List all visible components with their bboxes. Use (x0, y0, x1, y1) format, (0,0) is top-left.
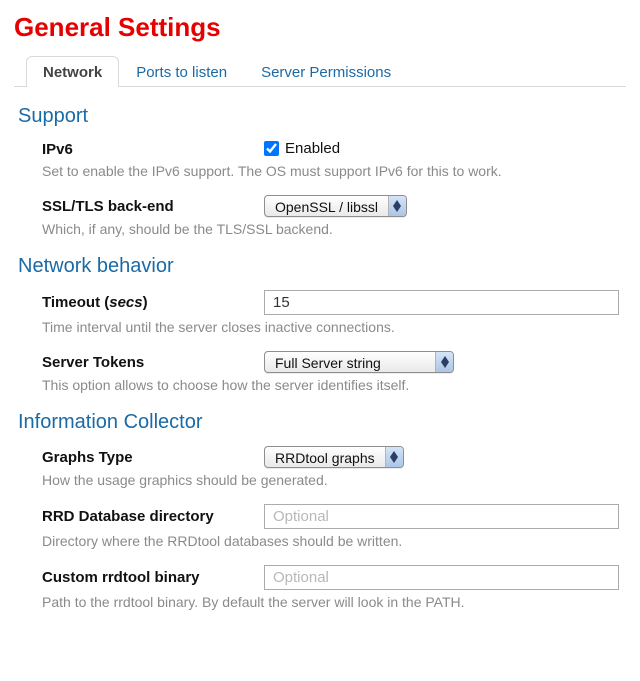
rrd-dir-help: Directory where the RRDtool databases sh… (42, 533, 626, 549)
ipv6-checkbox-wrap[interactable]: Enabled (264, 140, 340, 157)
ipv6-checkbox-label: Enabled (285, 140, 340, 157)
rrd-dir-input[interactable] (264, 504, 619, 529)
section-collector-title: Information Collector (18, 411, 626, 434)
ipv6-checkbox[interactable] (264, 141, 279, 156)
rrd-bin-label: Custom rrdtool binary (42, 569, 264, 586)
tokens-select[interactable]: Full Server string (264, 351, 454, 373)
row-ssl: SSL/TLS back-end OpenSSL / libssl (14, 191, 626, 219)
updown-arrows-icon (435, 352, 453, 372)
page-title: General Settings (14, 12, 626, 43)
graphs-select-value: RRDtool graphs (265, 447, 385, 467)
graphs-label: Graphs Type (42, 449, 264, 466)
graphs-help: How the usage graphics should be generat… (42, 472, 626, 488)
tab-ports-to-listen[interactable]: Ports to listen (119, 56, 244, 87)
rrd-dir-label: RRD Database directory (42, 508, 264, 525)
ssl-select-value: OpenSSL / libssl (265, 196, 388, 216)
rrd-bin-input[interactable] (264, 565, 619, 590)
section-behavior-title: Network behavior (18, 255, 626, 278)
ssl-help: Which, if any, should be the TLS/SSL bac… (42, 221, 626, 237)
tab-bar: Network Ports to listen Server Permissio… (14, 55, 626, 87)
timeout-label: Timeout (secs) (42, 294, 264, 311)
graphs-select[interactable]: RRDtool graphs (264, 446, 404, 468)
tokens-label: Server Tokens (42, 354, 264, 371)
timeout-label-post: ) (143, 294, 148, 311)
updown-arrows-icon (388, 196, 406, 216)
row-tokens: Server Tokens Full Server string (14, 347, 626, 375)
row-graphs: Graphs Type RRDtool graphs (14, 442, 626, 470)
timeout-label-em: secs (109, 294, 142, 311)
row-rrd-dir: RRD Database directory (14, 500, 626, 531)
section-support-title: Support (18, 105, 626, 128)
tokens-help: This option allows to choose how the ser… (42, 377, 626, 393)
ipv6-help: Set to enable the IPv6 support. The OS m… (42, 163, 626, 179)
row-timeout: Timeout (secs) (14, 286, 626, 317)
timeout-help: Time interval until the server closes in… (42, 319, 626, 335)
ssl-select[interactable]: OpenSSL / libssl (264, 195, 407, 217)
rrd-bin-help: Path to the rrdtool binary. By default t… (42, 594, 626, 610)
tab-server-permissions[interactable]: Server Permissions (244, 56, 408, 87)
timeout-input[interactable] (264, 290, 619, 315)
tokens-select-value: Full Server string (265, 352, 435, 372)
tab-network[interactable]: Network (26, 56, 119, 87)
updown-arrows-icon (385, 447, 403, 467)
timeout-label-pre: Timeout ( (42, 294, 109, 311)
row-rrd-bin: Custom rrdtool binary (14, 561, 626, 592)
ipv6-label: IPv6 (42, 141, 264, 158)
row-ipv6: IPv6 Enabled (14, 136, 626, 161)
ssl-label: SSL/TLS back-end (42, 198, 264, 215)
